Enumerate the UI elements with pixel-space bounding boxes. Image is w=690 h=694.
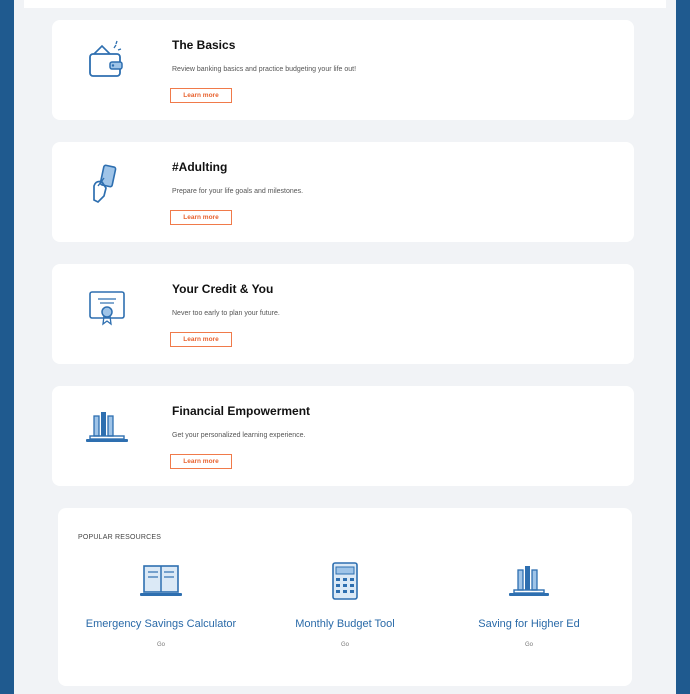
open-book-icon (140, 565, 182, 596)
wallet-icon (89, 40, 123, 77)
resource-go-link[interactable]: Go (250, 642, 440, 648)
resource-label[interactable]: Monthly Budget Tool (250, 618, 440, 630)
hand-card-icon (93, 164, 117, 204)
card-adulting: #Adulting Prepare for your life goals an… (52, 142, 634, 242)
laptop-books-icon (509, 566, 549, 596)
calculator-icon (332, 562, 358, 600)
page-frame: The Basics Review banking basics and pra… (14, 0, 676, 694)
top-band (24, 0, 666, 8)
resource-monthly-budget[interactable]: Monthly Budget Tool Go (250, 560, 440, 648)
resource-go-link[interactable]: Go (66, 642, 256, 648)
learn-more-button[interactable]: Learn more (170, 332, 232, 347)
card-description: Get your personalized learning experienc… (172, 432, 306, 439)
card-description: Never too early to plan your future. (172, 310, 280, 317)
card-title: The Basics (172, 38, 236, 52)
certificate-icon (89, 291, 125, 326)
card-title: Financial Empowerment (172, 404, 311, 418)
laptop-books-icon (86, 412, 128, 442)
card-description: Prepare for your life goals and mileston… (172, 188, 304, 195)
resource-label[interactable]: Saving for Higher Ed (434, 618, 624, 630)
resource-label[interactable]: Emergency Savings Calculator (66, 618, 256, 630)
card-title: Your Credit & You (172, 282, 274, 296)
card-description: Review banking basics and practice budge… (172, 66, 357, 73)
resource-go-link[interactable]: Go (434, 642, 624, 648)
learn-more-button[interactable]: Learn more (170, 88, 232, 103)
card-title: #Adulting (172, 160, 228, 174)
card-the-basics: The Basics Review banking basics and pra… (52, 20, 634, 120)
resource-saving-higher-ed[interactable]: Saving for Higher Ed Go (434, 560, 624, 648)
learn-more-button[interactable]: Learn more (170, 210, 232, 225)
card-your-credit: Your Credit & You Never too early to pla… (52, 264, 634, 364)
card-financial-empowerment: Financial Empowerment Get your personali… (52, 386, 634, 486)
resources-heading: POPULAR RESOURCES (78, 534, 162, 541)
resource-emergency-savings[interactable]: Emergency Savings Calculator Go (66, 560, 256, 648)
learn-more-button[interactable]: Learn more (170, 454, 232, 469)
popular-resources: POPULAR RESOURCES Emergency Savings Calc… (58, 508, 632, 686)
